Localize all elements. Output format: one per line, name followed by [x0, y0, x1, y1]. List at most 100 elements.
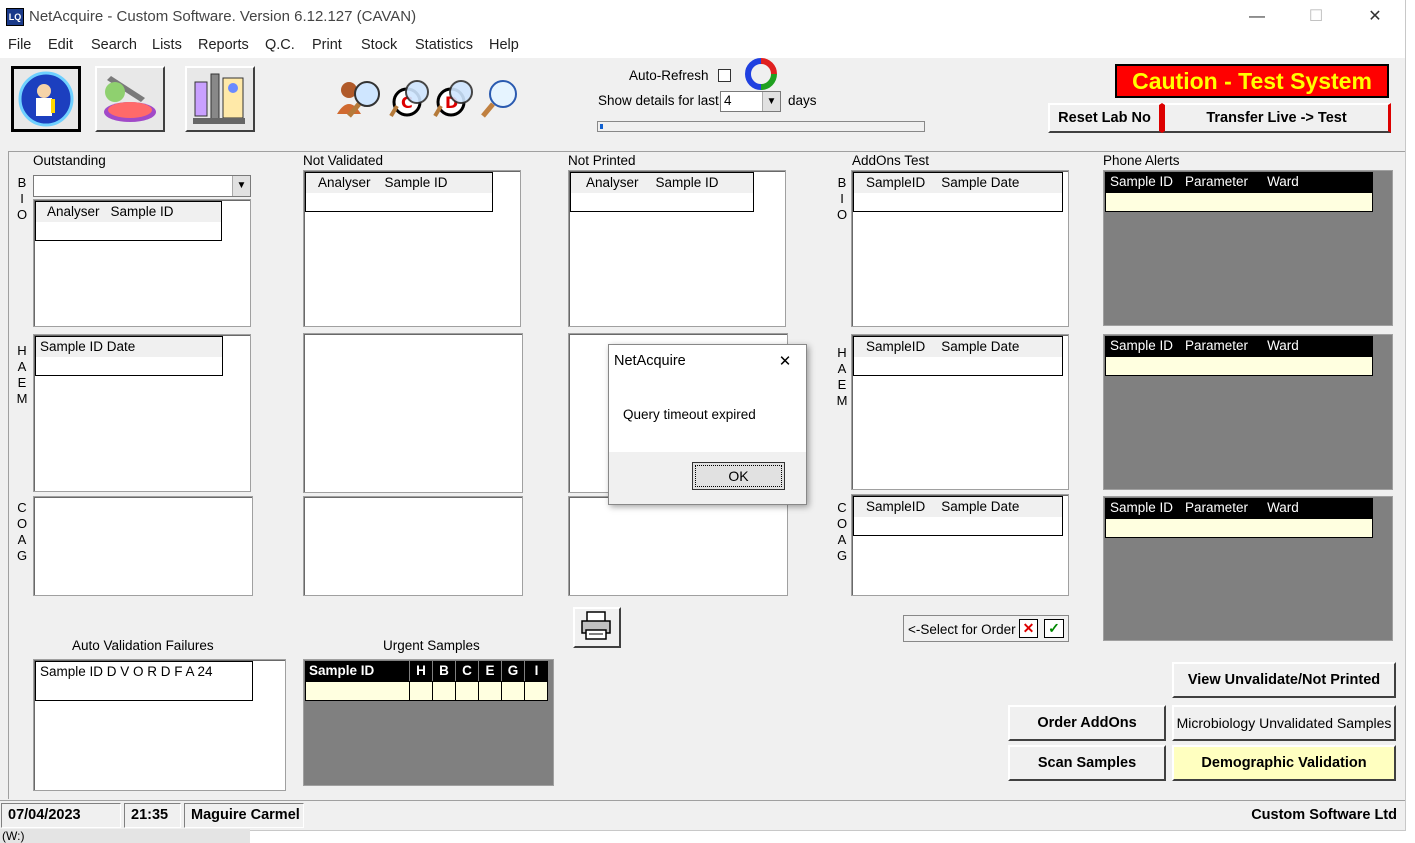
dialog-message: Query timeout expired [623, 407, 756, 422]
phone-alerts-bio-grid[interactable]: Sample ID Parameter Ward [1103, 170, 1393, 326]
urgent-col-g: G [502, 661, 524, 681]
select-for-order-label: <-Select for Order [908, 622, 1016, 637]
days-value: 4 [724, 93, 732, 108]
grid-header: SampleID Sample Date [854, 497, 1062, 517]
menu-bar: File Edit Search Lists Reports Q.C. Prin… [0, 34, 1405, 58]
menu-reports[interactable]: Reports [198, 37, 249, 53]
table-cell[interactable] [432, 681, 456, 701]
not-validated-bio-grid[interactable]: Analyser Sample ID [305, 172, 493, 212]
grid-header: Analyser Sample ID [306, 173, 492, 193]
status-user: Maguire Carmel [184, 803, 304, 828]
outstanding-select[interactable]: ▼ [33, 175, 251, 197]
dialog-title: NetAcquire [614, 353, 686, 369]
not-printed-coag-list[interactable] [568, 496, 788, 596]
scientist-icon [14, 69, 78, 129]
auto-refresh-checkbox[interactable] [718, 69, 731, 82]
grid-header: SampleID Sample Date [854, 337, 1062, 357]
print-button[interactable] [573, 607, 621, 648]
table-row[interactable] [1105, 356, 1373, 376]
menu-file[interactable]: File [8, 37, 31, 53]
search-c-icon[interactable]: C [389, 80, 429, 118]
phone-alerts-haem-grid[interactable]: Sample ID Parameter Ward [1103, 334, 1393, 490]
grid-header: Sample ID Parameter Ward [1105, 498, 1373, 518]
view-unvalidate-button[interactable]: View Unvalidate/Not Printed [1172, 662, 1396, 698]
cancel-select-icon[interactable]: ✕ [1019, 619, 1038, 638]
select-for-order-panel: <-Select for Order ✕ ✓ [903, 615, 1069, 642]
microscope-lab-button[interactable] [185, 66, 255, 132]
table-cell[interactable] [409, 681, 433, 701]
addons-coag-grid[interactable]: SampleID Sample Date [853, 496, 1063, 536]
status-date: 07/04/2023 [1, 803, 121, 828]
not-validated-haem-list[interactable] [303, 333, 523, 493]
not-validated-coag-list[interactable] [303, 496, 523, 596]
days-select[interactable]: 4 ▼ [720, 91, 781, 112]
minimize-button[interactable]: — [1228, 0, 1286, 34]
search-person-icon[interactable] [337, 81, 380, 118]
microbiology-unvalidated-button[interactable]: Microbiology Unvalidated Samples [1172, 705, 1396, 741]
grid-header: Analyser Sample ID [571, 173, 753, 193]
status-time: 21:35 [124, 803, 181, 828]
refresh-icon[interactable] [744, 58, 778, 90]
scan-samples-button[interactable]: Scan Samples [1008, 745, 1166, 781]
dialog-close-icon[interactable]: ✕ [767, 349, 803, 375]
urgent-col-e: E [479, 661, 501, 681]
urgent-samples-heading: Urgent Samples [383, 638, 480, 653]
urgent-col-i: I [525, 661, 548, 681]
table-cell[interactable] [455, 681, 479, 701]
app-icon: LQ [6, 8, 24, 26]
table-cell[interactable] [524, 681, 548, 701]
menu-stock[interactable]: Stock [361, 37, 397, 53]
menu-print[interactable]: Print [312, 37, 342, 53]
reset-lab-no-button[interactable]: Reset Lab No [1048, 103, 1162, 133]
search-icon[interactable] [481, 80, 517, 118]
menu-search[interactable]: Search [91, 37, 137, 53]
chevron-down-icon[interactable]: ▼ [762, 92, 780, 111]
table-row[interactable] [1105, 192, 1373, 212]
grid-header: Analyser Sample ID [36, 202, 221, 222]
maximize-button[interactable]: ☐ [1287, 0, 1345, 34]
show-details-label: Show details for last [598, 93, 719, 108]
outstanding-coag-list[interactable] [33, 496, 253, 596]
menu-lists[interactable]: Lists [152, 37, 182, 53]
order-addons-button[interactable]: Order AddOns [1008, 705, 1166, 741]
transfer-live-test-button[interactable]: Transfer Live -> Test [1162, 103, 1391, 133]
table-cell[interactable] [478, 681, 502, 701]
menu-help[interactable]: Help [489, 37, 519, 53]
not-validated-heading: Not Validated [303, 153, 384, 168]
table-cell[interactable] [501, 681, 525, 701]
dialog-ok-button[interactable]: OK [692, 462, 785, 490]
not-printed-heading: Not Printed [568, 153, 636, 168]
outstanding-haem-grid[interactable]: Sample ID Date [35, 336, 223, 376]
auto-validation-failures-grid[interactable]: Sample ID D V O R D F A 24 [35, 661, 253, 701]
coag-row-label: COAG [16, 500, 28, 563]
menu-edit[interactable]: Edit [48, 37, 73, 53]
demographic-validation-button[interactable]: Demographic Validation [1172, 745, 1396, 781]
table-cell[interactable] [305, 681, 410, 701]
table-row[interactable] [1105, 518, 1373, 538]
close-button[interactable]: ✕ [1346, 0, 1404, 34]
haem-row-label: HAEM [16, 343, 28, 406]
addons-test-heading: AddOns Test [852, 153, 930, 168]
phone-alerts-coag-grid[interactable]: Sample ID Parameter Ward [1103, 496, 1393, 641]
urgent-col-c: C [456, 661, 478, 681]
addons-bio-grid[interactable]: SampleID Sample Date [853, 172, 1063, 212]
caution-banner: Caution - Test System [1115, 64, 1389, 98]
urgent-col-h: H [410, 661, 432, 681]
addons-haem-grid[interactable]: SampleID Sample Date [853, 336, 1063, 376]
addons-bio-row-label: BIO [836, 175, 848, 222]
urgent-grid-table: Sample ID H B C E G I [305, 661, 548, 701]
scientist-button[interactable] [11, 66, 81, 132]
pipette-button[interactable] [95, 66, 165, 132]
search-d-icon[interactable]: D [433, 80, 473, 118]
confirm-select-icon[interactable]: ✓ [1044, 619, 1064, 638]
addons-haem-row-label: HAEM [836, 345, 848, 408]
outstanding-bio-grid[interactable]: Analyser Sample ID [35, 201, 222, 241]
urgent-samples-grid[interactable]: Sample ID H B C E G I [303, 659, 554, 786]
menu-qc[interactable]: Q.C. [265, 37, 295, 53]
grid-header: Sample ID Parameter Ward [1105, 336, 1373, 356]
chevron-down-icon[interactable]: ▼ [232, 176, 250, 196]
menu-statistics[interactable]: Statistics [415, 37, 473, 53]
taskbar-drive-label: (W:) [0, 829, 250, 843]
not-printed-bio-grid[interactable]: Analyser Sample ID [570, 172, 754, 212]
addons-coag-row-label: COAG [836, 500, 848, 563]
